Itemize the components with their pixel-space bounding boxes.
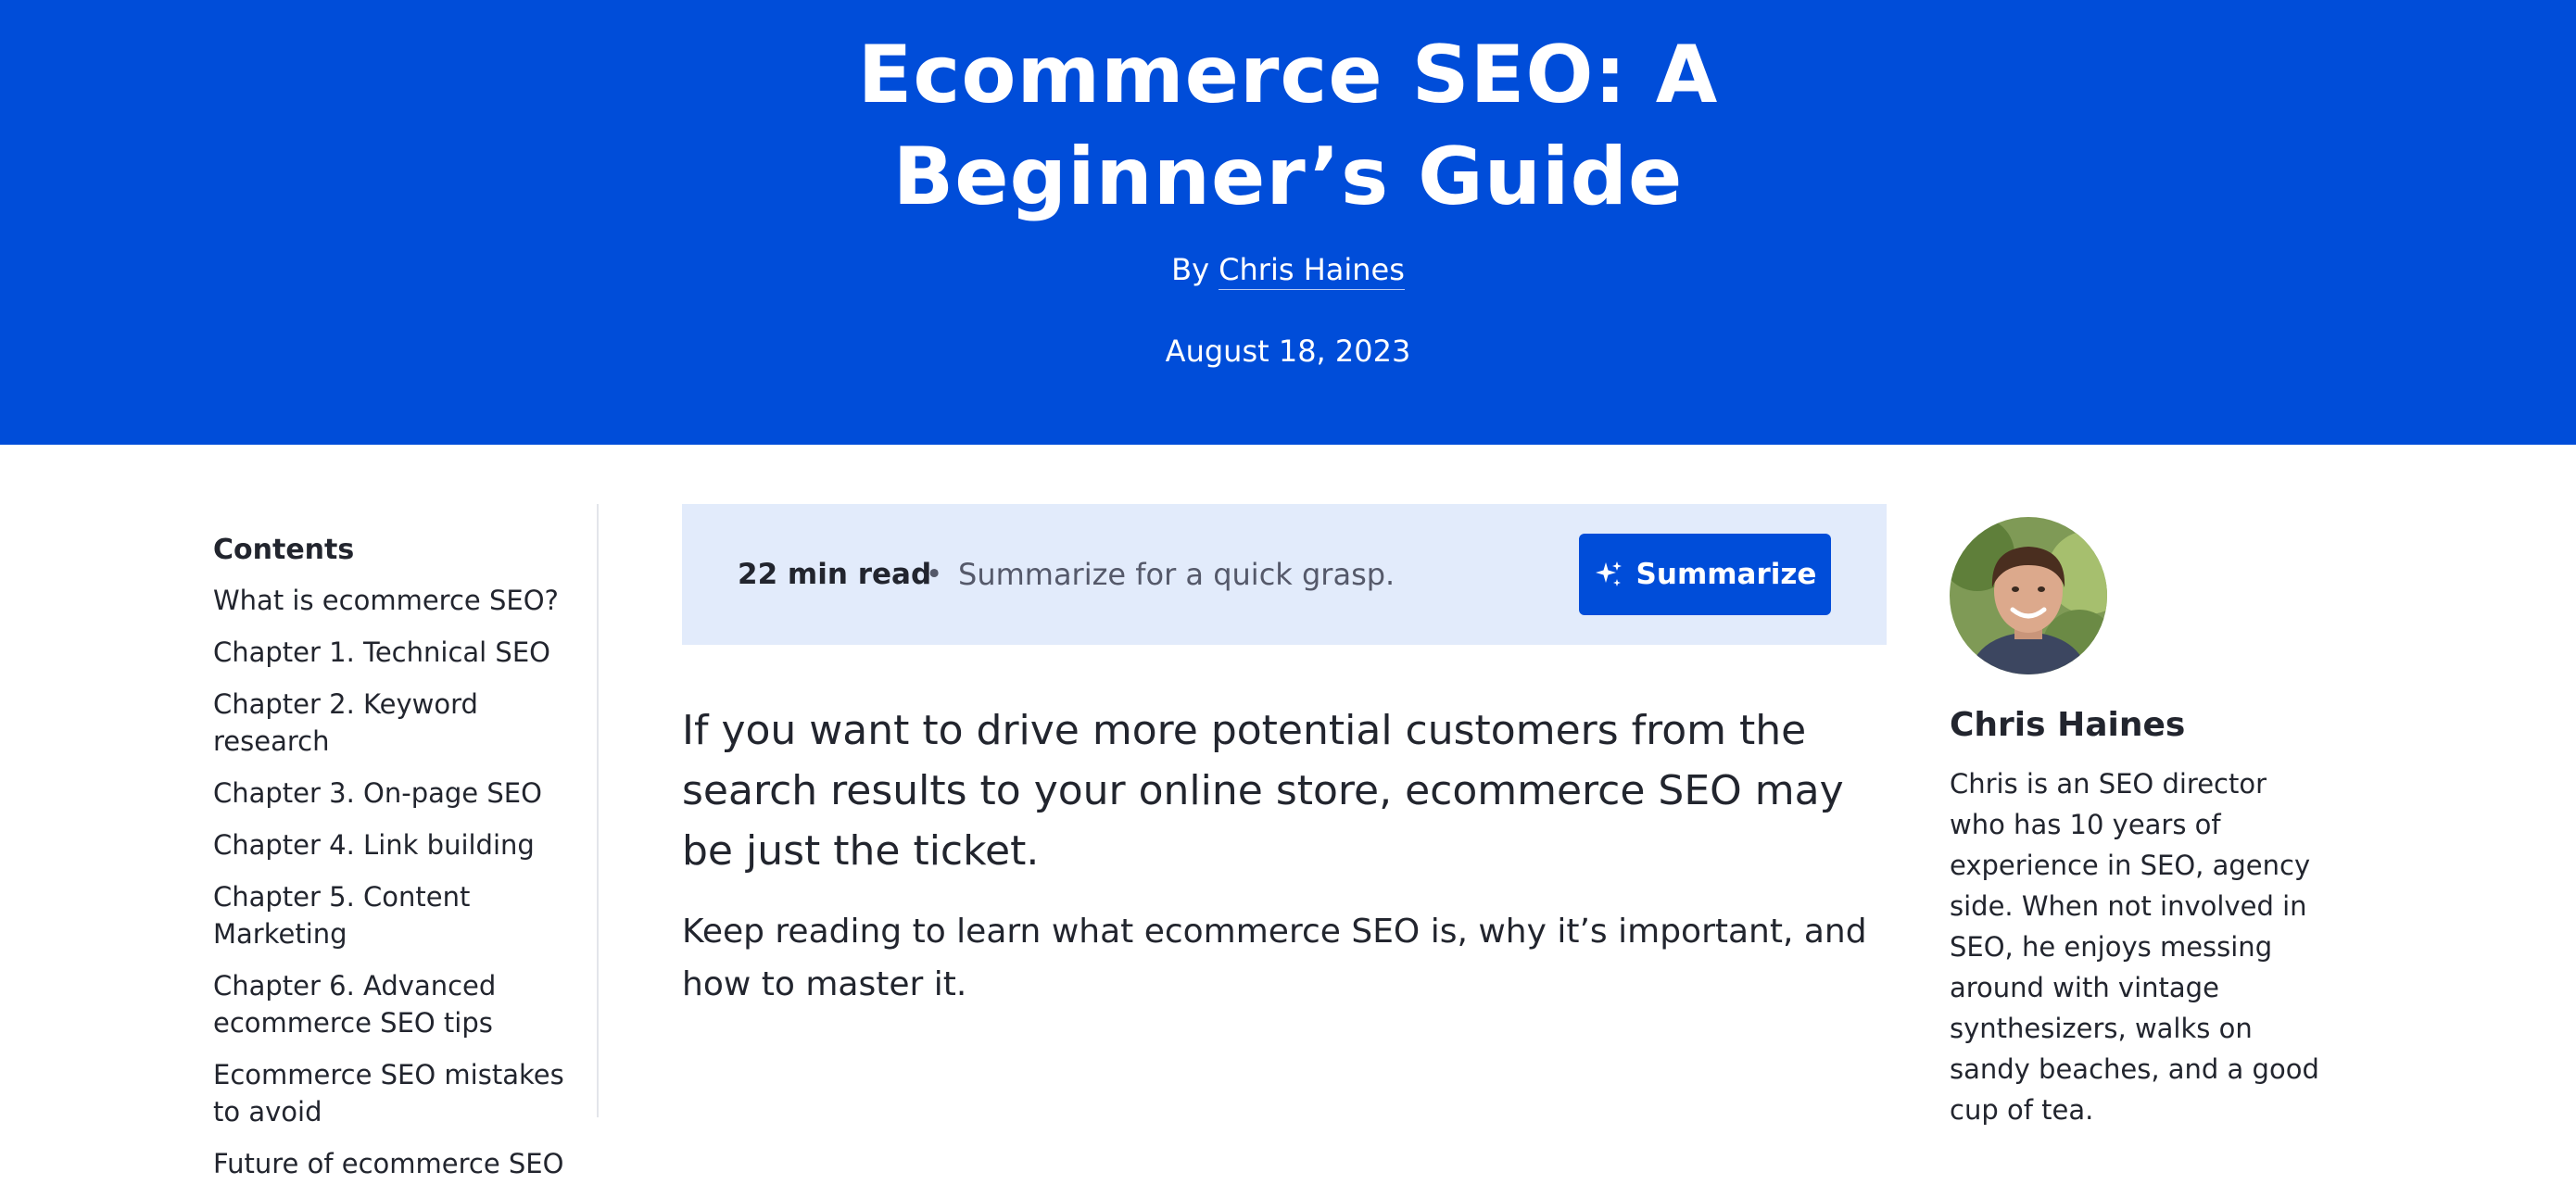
sparkle-icon [1595, 561, 1622, 586]
toc-item[interactable]: Chapter 3. On-page SEO [213, 775, 593, 812]
hero-banner: Ecommerce SEO: A Beginner’s Guide By Chr… [0, 0, 2576, 445]
toc-item[interactable]: What is ecommerce SEO? [213, 582, 593, 619]
avatar[interactable] [1950, 517, 2107, 674]
toc-item[interactable]: Chapter 5. Content Marketing [213, 878, 593, 952]
read-time: 22 min read [738, 558, 932, 591]
toc-item[interactable]: Chapter 1. Technical SEO [213, 634, 593, 671]
article-paragraph: Keep reading to learn what ecommerce SEO… [682, 913, 1867, 1003]
by-label: By [1171, 252, 1209, 287]
author-photo [1950, 517, 2107, 674]
toc-item[interactable]: Chapter 4. Link building [213, 826, 593, 863]
separator-dot: • [926, 558, 943, 591]
table-of-contents: Contents What is ecommerce SEO? Chapter … [213, 530, 593, 1197]
page-title: Ecommerce SEO: A Beginner’s Guide [857, 29, 1719, 223]
toc-item[interactable]: Chapter 2. Keyword research [213, 686, 593, 760]
toc-item[interactable]: Future of ecommerce SEO [213, 1145, 593, 1182]
summarize-button[interactable]: Summarize [1579, 534, 1831, 615]
article-lede: If you want to drive more potential cust… [682, 707, 1844, 875]
byline: By Chris Haines [0, 248, 2576, 291]
article-body: If you want to drive more potential cust… [682, 700, 1887, 1011]
toc-item[interactable]: Chapter 6. Advanced ecommerce SEO tips [213, 967, 593, 1041]
summarize-button-label: Summarize [1635, 558, 1817, 591]
toc-title: Contents [213, 534, 355, 566]
author-bio: Chris is an SEO director who has 10 year… [1950, 768, 2319, 1126]
toc-divider [597, 504, 599, 1117]
author-link[interactable]: Chris Haines [1219, 252, 1405, 290]
summary-bar: 22 min read • Summarize for a quick gras… [682, 504, 1887, 645]
summary-prompt: Summarize for a quick grasp. [958, 557, 1395, 592]
author-card: Chris Haines Chris is an SEO director wh… [1950, 517, 2320, 1130]
toc-item[interactable]: Ecommerce SEO mistakes to avoid [213, 1056, 593, 1130]
publish-date: August 18, 2023 [1165, 334, 1411, 369]
author-name: Chris Haines [1950, 706, 2186, 744]
